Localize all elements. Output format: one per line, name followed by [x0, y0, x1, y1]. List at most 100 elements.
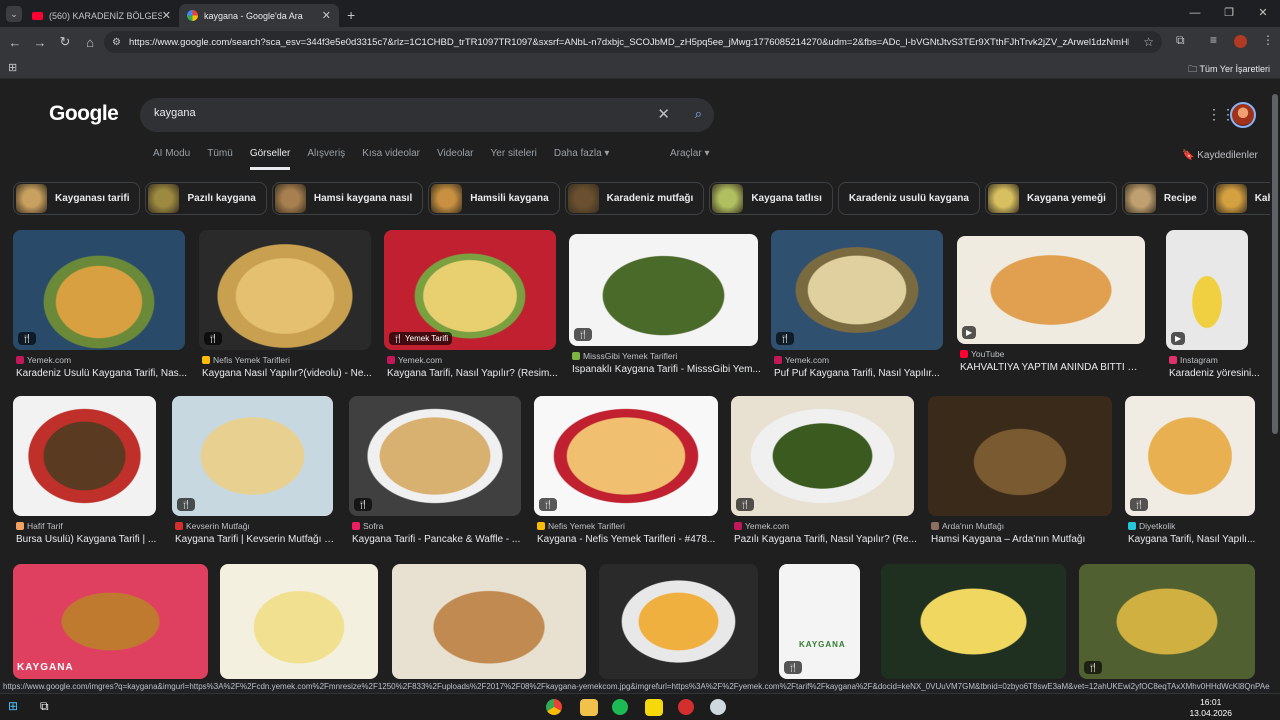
- app-shield-icon[interactable]: [710, 699, 726, 715]
- tab-ai-mode[interactable]: AI Modu: [153, 148, 190, 170]
- media-icon[interactable]: ≡: [1210, 33, 1217, 47]
- restore-icon[interactable]: ❐: [1212, 0, 1246, 27]
- result-title[interactable]: Kaygana - Nefis Yemek Tarifleri - #478..…: [537, 534, 721, 545]
- result-source[interactable]: Yemek.com: [387, 355, 442, 365]
- result-thumbnail[interactable]: 🍴: [1125, 396, 1255, 516]
- chip-5[interactable]: Kaygana tatlısı: [709, 182, 833, 215]
- search-icon[interactable]: ⌕: [695, 106, 702, 122]
- result-title[interactable]: Kaygana Tarifi, Nasıl Yapılı...: [1128, 534, 1258, 545]
- result-source[interactable]: Yemek.com: [774, 355, 829, 365]
- chip-8[interactable]: Recipe: [1121, 182, 1208, 215]
- result-source[interactable]: Diyetkolik: [1128, 521, 1175, 531]
- result-source[interactable]: Yemek.com: [734, 521, 789, 531]
- clear-icon[interactable]: ✕: [657, 105, 670, 123]
- extensions-icon[interactable]: ⧉: [1176, 33, 1185, 48]
- result-thumbnail[interactable]: 🍴: [13, 230, 185, 350]
- result-source[interactable]: Nefis Yemek Tarifleri: [202, 355, 290, 365]
- tab-search-button[interactable]: ⌄: [6, 6, 22, 22]
- result-thumbnail[interactable]: KAYGANA: [13, 564, 208, 679]
- result-thumbnail[interactable]: [220, 564, 378, 679]
- address-bar[interactable]: ⚙ https://www.google.com/search?sca_esv=…: [104, 31, 1162, 53]
- result-title[interactable]: Pazılı Kaygana Tarifi, Nasıl Yapılır? (R…: [734, 534, 917, 545]
- result-source[interactable]: YouTube: [960, 349, 1004, 359]
- avatar[interactable]: [1230, 102, 1256, 128]
- chip-2[interactable]: Hamsi kaygana nasıl: [271, 182, 424, 215]
- task-view-icon[interactable]: ⧉: [40, 699, 58, 716]
- result-thumbnail[interactable]: ▶: [1166, 230, 1248, 350]
- result-thumbnail[interactable]: ▶: [957, 236, 1145, 344]
- result-title[interactable]: Karadeniz yöresini...: [1169, 368, 1270, 379]
- tab-images[interactable]: Görseller: [249, 148, 291, 170]
- chip-6[interactable]: Karadeniz usulü kaygana: [837, 182, 980, 215]
- saved-button[interactable]: 🔖 Kaydedilenler: [1182, 150, 1258, 161]
- result-thumbnail[interactable]: 🍴: [569, 234, 758, 346]
- menu-icon[interactable]: ⋮: [1262, 33, 1274, 47]
- recorder-icon[interactable]: [678, 699, 694, 715]
- result-source[interactable]: Hafif Tarif: [16, 521, 63, 531]
- profile-icon[interactable]: [1234, 35, 1247, 48]
- tab-more[interactable]: Daha fazla ▾: [554, 148, 610, 170]
- windows-start-icon[interactable]: ⊞: [8, 699, 26, 716]
- result-title[interactable]: Bursa Usulü) Kaygana Tarifi | ...: [16, 534, 159, 545]
- result-title[interactable]: Kaygana Tarifi | Kevserin Mutfağı - ...: [175, 534, 336, 545]
- system-clock[interactable]: 16:01 13.04.2026: [1189, 697, 1232, 719]
- result-thumbnail[interactable]: [392, 564, 586, 679]
- result-thumbnail[interactable]: [881, 564, 1066, 679]
- chip-9[interactable]: Kahvaltı tarifleri: [1212, 182, 1270, 215]
- result-thumbnail[interactable]: 🍴: [1079, 564, 1255, 679]
- result-title[interactable]: Karadeniz Usulü Kaygana Tarifi, Nas...: [16, 368, 188, 379]
- apps-icon[interactable]: ⊞: [8, 61, 17, 74]
- back-icon[interactable]: ←: [3, 35, 27, 50]
- result-title[interactable]: Kaygana Tarifi - Pancake & Waffle - ...: [352, 534, 524, 545]
- scrollbar[interactable]: [1270, 80, 1280, 680]
- bookmark-star-icon[interactable]: ☆: [1143, 35, 1154, 49]
- result-thumbnail[interactable]: [599, 564, 758, 679]
- result-source[interactable]: Instagram: [1169, 355, 1218, 365]
- app-duck-icon[interactable]: [645, 699, 663, 716]
- result-thumbnail[interactable]: 🍴: [349, 396, 521, 516]
- close-window-icon[interactable]: ✕: [1246, 0, 1280, 27]
- spotify-icon[interactable]: [612, 699, 628, 715]
- result-title[interactable]: Kaygana Tarifi, Nasıl Yapılır? (Resim...: [387, 368, 559, 379]
- tab-short-videos[interactable]: Kısa videolar: [362, 148, 420, 170]
- forward-icon[interactable]: →: [28, 35, 52, 50]
- minimize-icon[interactable]: —: [1178, 0, 1212, 27]
- chip-0[interactable]: Kayganası tarifi: [13, 182, 141, 215]
- result-title[interactable]: Puf Puf Kaygana Tarifi, Nasıl Yapılır...: [774, 368, 946, 379]
- result-title[interactable]: Hamsi Kaygana – Arda'nın Mutfağı: [931, 534, 1115, 545]
- close-tab-icon[interactable]: ✕: [322, 9, 331, 22]
- chip-3[interactable]: Hamsili kaygana: [428, 182, 560, 215]
- chrome-icon[interactable]: [546, 699, 562, 715]
- close-tab-icon[interactable]: ✕: [162, 9, 171, 22]
- result-thumbnail[interactable]: [928, 396, 1112, 516]
- chip-1[interactable]: Pazılı kaygana: [145, 182, 267, 215]
- tab-youtube[interactable]: (560) KARADENİZ BÖLGESİNİN ✕: [24, 4, 179, 27]
- result-source[interactable]: MisssGibi Yemek Tarifleri: [572, 351, 677, 361]
- result-source[interactable]: Kevserin Mutfağı: [175, 521, 250, 531]
- result-thumbnail[interactable]: [13, 396, 156, 516]
- result-title[interactable]: KAHVALTIYA YAPTIM ANINDA BİTTİ 😋 ...: [960, 362, 1148, 373]
- site-info-icon[interactable]: ⚙: [112, 37, 121, 48]
- tools-button[interactable]: Araçlar ▾: [670, 148, 709, 159]
- tab-google-search[interactable]: kaygana - Google'da Ara ✕: [179, 4, 339, 27]
- result-thumbnail[interactable]: 🍴: [731, 396, 914, 516]
- result-thumbnail[interactable]: 🍴: [172, 396, 333, 516]
- file-explorer-icon[interactable]: [580, 699, 598, 716]
- scrollbar-thumb[interactable]: [1272, 94, 1278, 434]
- result-thumbnail[interactable]: 🍴: [199, 230, 371, 350]
- reload-icon[interactable]: ↻: [53, 34, 77, 50]
- all-bookmarks[interactable]: 🗀 Tüm Yer İşaretleri: [1188, 62, 1270, 78]
- tab-places[interactable]: Yer siteleri: [491, 148, 537, 170]
- result-source[interactable]: Arda'nın Mutfağı: [931, 521, 1004, 531]
- home-icon[interactable]: ⌂: [78, 35, 102, 50]
- chip-7[interactable]: Kaygana yemeği: [984, 182, 1117, 215]
- result-title[interactable]: Kaygana Nasıl Yapılır?(videolu) - Ne...: [202, 368, 374, 379]
- tab-all[interactable]: Tümü: [207, 148, 233, 170]
- google-logo[interactable]: Google: [49, 102, 119, 126]
- tab-shopping[interactable]: Alışveriş: [307, 148, 345, 170]
- search-box[interactable]: kaygana ✕ ⌕: [140, 98, 714, 132]
- result-source[interactable]: Yemek.com: [16, 355, 71, 365]
- search-input[interactable]: kaygana: [154, 107, 196, 119]
- result-title[interactable]: Ispanaklı Kaygana Tarifi - MisssGibi Yem…: [572, 364, 761, 375]
- result-source[interactable]: Nefis Yemek Tarifleri: [537, 521, 625, 531]
